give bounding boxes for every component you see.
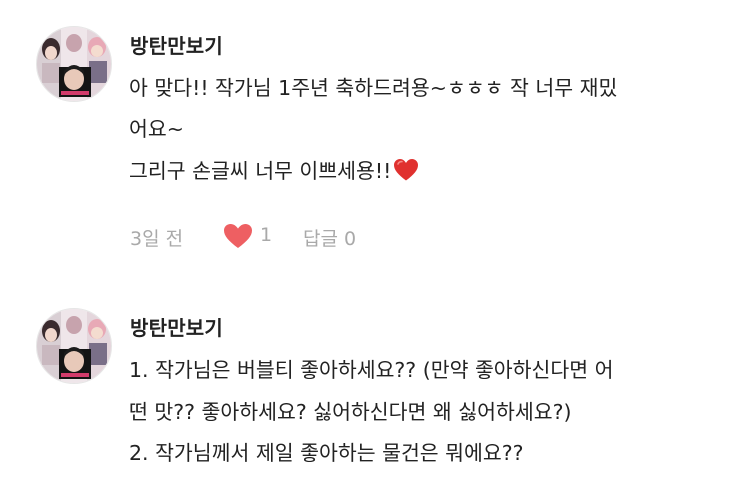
comment-text-line: 2. 작가님께서 제일 좋아하는 물건은 뭐에요??: [129, 441, 524, 465]
comment-author[interactable]: 방탄만보기: [130, 312, 223, 341]
profile-photo: [37, 309, 111, 383]
comment-text-line: 1. 작가님은 버블티 좋아하세요?? (만약 좋아하신다면 어: [129, 358, 614, 382]
comment-text-line: 떤 맛?? 좋아하세요? 싫어하신다면 왜 싫어하세요?): [129, 400, 572, 424]
comment-item: 방탄만보기 1. 작가님은 버블티 좋아하세요?? (만약 좋아하신다면 어 떤…: [0, 0, 739, 498]
avatar[interactable]: [36, 308, 112, 384]
